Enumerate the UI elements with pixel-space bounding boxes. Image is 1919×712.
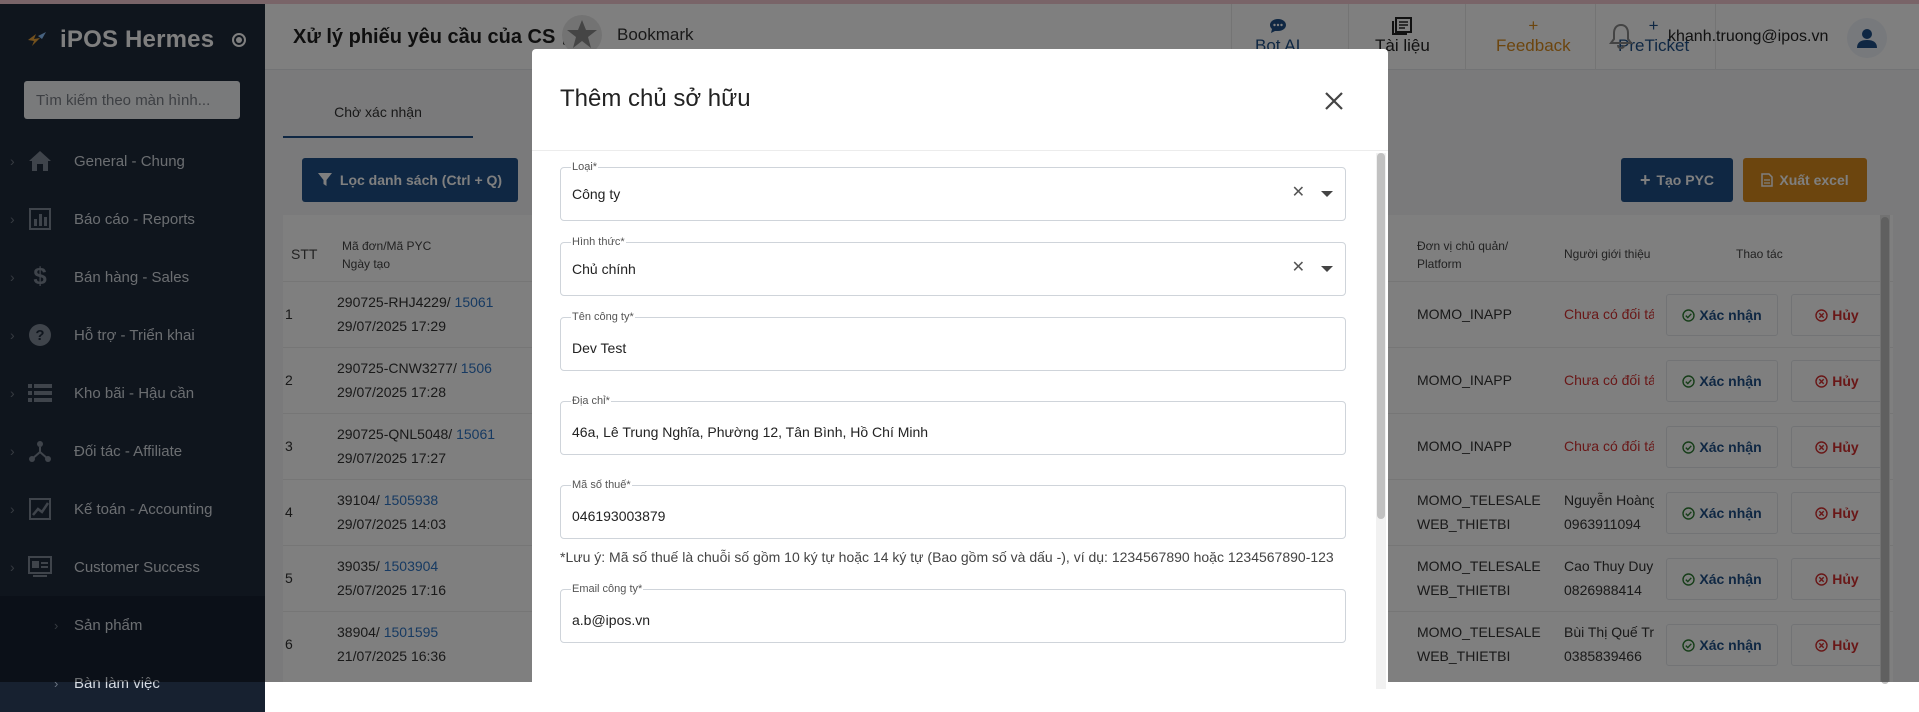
field-label: Tên công ty*: [571, 311, 635, 323]
dropdown-arrow-icon[interactable]: [1321, 266, 1333, 272]
form-select[interactable]: Hình thức* Chủ chính ✕: [560, 236, 1346, 296]
dropdown-arrow-icon[interactable]: [1321, 191, 1333, 197]
field-label: Địa chỉ*: [571, 395, 611, 407]
address-field[interactable]: Địa chỉ* 46a, Lê Trung Nghĩa, Phường 12,…: [560, 395, 1346, 455]
tax-code-note: *Lưu ý: Mã số thuế là chuỗi số gồm 10 ký…: [560, 549, 1334, 565]
field-label: Email công ty*: [571, 583, 644, 595]
modal-scrollbar[interactable]: [1376, 153, 1386, 689]
company-email-field[interactable]: Email công ty* a.b@ipos.vn: [560, 583, 1346, 643]
modal-scrollbar-thumb[interactable]: [1377, 153, 1385, 519]
modal-title: Thêm chủ sở hữu: [560, 85, 751, 112]
type-select[interactable]: Loại* Công ty ✕: [560, 161, 1346, 221]
close-icon[interactable]: [1322, 89, 1346, 113]
field-value: a.b@ipos.vn: [572, 612, 651, 628]
modal-divider: [532, 150, 1388, 151]
company-name-field[interactable]: Tên công ty* Dev Test: [560, 311, 1346, 371]
field-value: 046193003879: [572, 508, 666, 524]
clear-icon[interactable]: ✕: [1292, 182, 1305, 202]
field-value: Công ty: [572, 186, 621, 202]
field-value: Dev Test: [572, 340, 627, 356]
clear-icon[interactable]: ✕: [1292, 257, 1305, 277]
field-label: Hình thức*: [571, 236, 626, 248]
field-value: Chủ chính: [572, 261, 636, 277]
tax-code-field[interactable]: Mã số thuế* 046193003879: [560, 479, 1346, 539]
field-label: Loại*: [571, 161, 599, 173]
field-value: 46a, Lê Trung Nghĩa, Phường 12, Tân Bình…: [572, 424, 929, 440]
add-owner-modal: Thêm chủ sở hữu Loại* Công ty ✕ Hình thứ…: [532, 49, 1388, 689]
field-label: Mã số thuế*: [571, 479, 632, 491]
